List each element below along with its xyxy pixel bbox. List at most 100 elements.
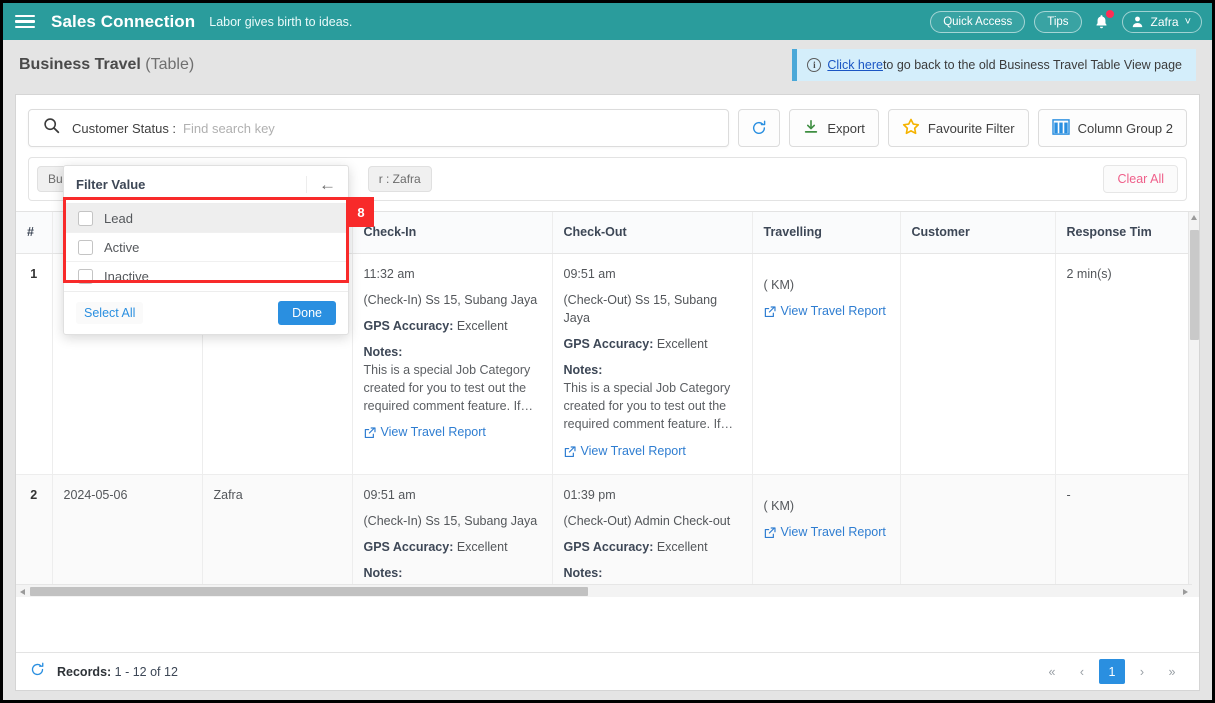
refresh-button[interactable] <box>738 109 781 147</box>
check-in-gps: GPS Accuracy: Excellent <box>364 538 541 556</box>
check-out-gps: GPS Accuracy: Excellent <box>564 538 741 556</box>
column-header-customer[interactable]: Customer <box>900 212 1056 254</box>
travelling-report-link[interactable]: View Travel Report <box>764 523 886 541</box>
filter-option-label: Active <box>104 239 140 255</box>
scroll-up-icon[interactable] <box>1191 215 1197 220</box>
scroll-right-icon[interactable] <box>1183 589 1188 595</box>
cell-index: 1 <box>16 253 53 475</box>
table-vertical-scrollbar[interactable] <box>1188 212 1199 597</box>
footer-refresh-icon[interactable] <box>30 662 45 682</box>
column-header-check-in[interactable]: Check-In <box>352 212 553 254</box>
check-in-gps-label: GPS Accuracy: <box>363 318 454 333</box>
check-out-travel-report-link[interactable]: View Travel Report <box>564 442 686 460</box>
done-button[interactable]: Done <box>278 301 336 325</box>
cell-index: 2 <box>16 474 53 597</box>
check-out-notes-body: This is a special Job Category created f… <box>563 381 734 432</box>
filter-value-dropdown-footer: Select All Done <box>64 291 348 334</box>
check-out-place: (Check-Out) Admin Check-out <box>563 513 731 528</box>
user-menu-button[interactable]: Zafra ˅ <box>1121 10 1202 33</box>
app-window: Sales Connection Labor gives birth to id… <box>0 0 1215 703</box>
check-in-notes: Notes: This is a special Job Category cr… <box>364 343 541 416</box>
check-out-notes-label: Notes: <box>563 363 603 377</box>
annotation-step-badge: 8 <box>348 197 374 227</box>
travelling-report-label: View Travel Report <box>780 303 886 318</box>
travelling-distance: ( KM) <box>763 498 795 513</box>
horizontal-scroll-thumb[interactable] <box>30 587 588 596</box>
checkbox-lead[interactable] <box>78 210 93 226</box>
star-icon <box>902 118 920 139</box>
filter-option-active[interactable]: Active <box>64 233 348 262</box>
checkbox-active[interactable] <box>78 239 93 255</box>
pagination-next-button[interactable]: › <box>1129 659 1155 684</box>
column-group-button[interactable]: Column Group 2 <box>1037 109 1187 147</box>
cell-travelling: ( KM) View Travel Report <box>752 253 901 475</box>
filter-option-lead[interactable]: Lead <box>64 204 348 233</box>
avatar-icon <box>1131 15 1145 29</box>
records-counter: Records: 1 - 12 of 12 <box>57 665 178 679</box>
column-header-travelling[interactable]: Travelling <box>752 212 901 254</box>
scroll-left-icon[interactable] <box>20 589 25 595</box>
check-out-gps: GPS Accuracy: Excellent <box>564 335 741 353</box>
check-in-travel-report-link[interactable]: View Travel Report <box>364 423 486 441</box>
column-header-index[interactable]: # <box>16 212 53 254</box>
check-in-travel-report-label: View Travel Report <box>380 425 486 440</box>
pagination-last-button[interactable]: » <box>1159 659 1185 684</box>
check-in-notes-label: Notes: <box>363 566 403 581</box>
pagination: « ‹ 1 › » <box>1039 659 1185 684</box>
filter-value-option-list: Lead Active Inactive <box>64 204 348 291</box>
legacy-view-notice-text: to go back to the old Business Travel Ta… <box>882 58 1182 72</box>
search-box[interactable]: Customer Status : <box>28 109 730 147</box>
page-title-sub: (Table) <box>140 56 195 73</box>
check-in-place: (Check-In) Ss 15, Subang Jaya <box>363 513 538 528</box>
check-in-gps-value: Excellent <box>453 318 508 333</box>
back-arrow-icon[interactable]: ← <box>306 176 336 193</box>
pagination-first-button[interactable]: « <box>1039 659 1065 684</box>
cell-date: 2024-05-06 <box>52 474 203 597</box>
filter-option-label: Inactive <box>104 269 149 284</box>
user-name-label: Zafra <box>1150 14 1179 29</box>
checkbox-inactive[interactable] <box>78 269 93 284</box>
tips-button[interactable]: Tips <box>1034 10 1082 33</box>
cell-travelling: ( KM) View Travel Report <box>752 474 901 597</box>
travelling-report-label: View Travel Report <box>780 524 886 539</box>
clear-all-button[interactable]: Clear All <box>1103 165 1178 193</box>
cell-check-in: 09:51 am (Check-In) Ss 15, Subang Jaya G… <box>352 474 553 597</box>
notification-bell-icon[interactable] <box>1091 9 1114 33</box>
favourite-filter-label: Favourite Filter <box>927 120 1015 136</box>
external-link-icon <box>564 445 576 457</box>
check-out-gps-value: Excellent <box>653 336 708 351</box>
check-out-travel-report-label: View Travel Report <box>580 443 686 458</box>
download-icon <box>803 119 819 138</box>
table-horizontal-scrollbar[interactable] <box>16 584 1192 597</box>
select-all-button[interactable]: Select All <box>76 302 144 324</box>
vertical-scroll-thumb[interactable] <box>1190 230 1199 340</box>
column-header-check-out[interactable]: Check-Out <box>552 212 753 254</box>
export-button-label: Export <box>827 120 865 136</box>
quick-access-button[interactable]: Quick Access <box>930 10 1026 33</box>
hamburger-menu-icon[interactable] <box>15 14 35 29</box>
filter-option-inactive[interactable]: Inactive <box>64 262 348 291</box>
search-icon <box>43 117 60 139</box>
cell-check-out: 01:39 pm (Check-Out) Admin Check-out GPS… <box>552 474 753 597</box>
pagination-page-1[interactable]: 1 <box>1099 659 1125 684</box>
check-out-notes: Notes: This is a special Job Category cr… <box>564 361 741 434</box>
cell-check-in: 11:32 am (Check-In) Ss 15, Subang Jaya G… <box>352 253 553 475</box>
table-footer: Records: 1 - 12 of 12 « ‹ 1 › » <box>16 652 1199 690</box>
info-icon: i <box>807 58 822 72</box>
check-out-place: (Check-Out) Ss 15, Subang Jaya <box>563 292 718 325</box>
check-in-time: 11:32 am <box>363 266 415 281</box>
table-row[interactable]: 2 2024-05-06 Zafra 09:51 am (Check-In) S… <box>16 474 1193 597</box>
check-out-gps-value: Excellent <box>653 539 708 554</box>
active-filter-chip-right[interactable]: r : Zafra <box>367 166 432 192</box>
column-header-response-time[interactable]: Response Tim <box>1055 212 1193 254</box>
cell-user: Zafra <box>202 474 353 597</box>
page-header-row: Business Travel (Table) i Click here to … <box>3 40 1212 90</box>
travelling-report-link[interactable]: View Travel Report <box>764 302 886 320</box>
check-in-place: (Check-In) Ss 15, Subang Jaya <box>363 292 538 307</box>
export-button[interactable]: Export <box>789 109 879 147</box>
pagination-prev-button[interactable]: ‹ <box>1069 659 1095 684</box>
search-input[interactable] <box>183 120 715 136</box>
column-group-label: Column Group 2 <box>1077 120 1173 136</box>
favourite-filter-button[interactable]: Favourite Filter <box>887 109 1029 147</box>
legacy-view-link[interactable]: Click here <box>827 58 883 72</box>
